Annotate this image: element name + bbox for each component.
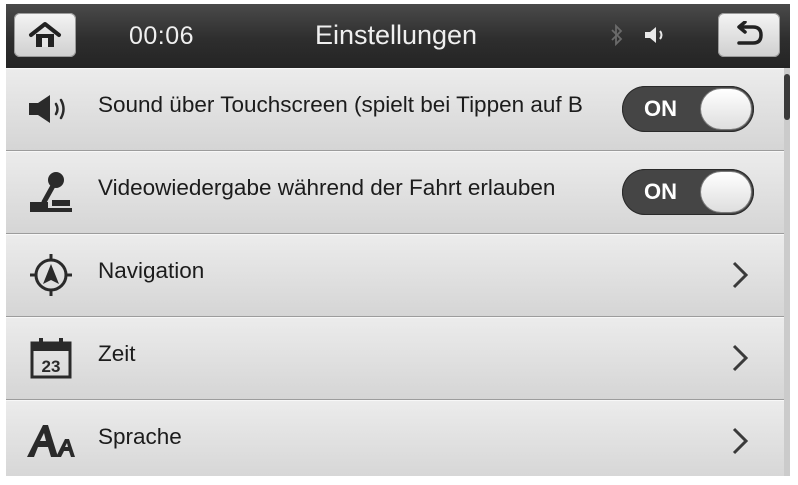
back-icon (737, 21, 763, 45)
video-toggle[interactable]: ON (622, 169, 754, 215)
calendar-icon: 23 (24, 335, 78, 381)
setting-label: Navigation (98, 258, 205, 283)
setting-row-video[interactable]: Videowiedergabe während der Fahrt erlaub… (6, 151, 784, 234)
top-bar: 00:06 Einstellungen (6, 4, 790, 68)
page-title: Einstellungen (314, 20, 478, 50)
chevron-right-icon (732, 427, 749, 455)
setting-row-time[interactable]: 23 Zeit (6, 317, 784, 400)
setting-label: Sound über Touchscreen (spielt bei Tippe… (98, 92, 583, 117)
back-button[interactable] (718, 13, 780, 57)
setting-label: Sprache (98, 424, 182, 449)
chevron-right-icon (732, 261, 749, 289)
clock: 00:06 (129, 22, 195, 50)
toggle-state: ON (644, 179, 677, 204)
toggle-knob (701, 89, 751, 129)
language-icon (24, 418, 78, 464)
chevron-right-icon (732, 344, 749, 372)
setting-row-language[interactable]: Sprache (6, 400, 784, 476)
speaker-icon (24, 86, 78, 132)
toggle-state: ON (644, 96, 677, 121)
home-button[interactable] (14, 13, 76, 57)
joystick-icon (24, 169, 78, 215)
setting-label: Videowiedergabe während der Fahrt erlaub… (98, 175, 556, 200)
home-icon (29, 22, 61, 47)
speaker-icon (645, 27, 663, 43)
scrollbar[interactable] (784, 68, 790, 476)
scroll-thumb[interactable] (784, 74, 790, 120)
setting-row-sound[interactable]: Sound über Touchscreen (spielt bei Tippe… (6, 68, 784, 151)
compass-icon (24, 252, 78, 298)
setting-label: Zeit (98, 341, 136, 366)
setting-row-navigation[interactable]: Navigation (6, 234, 784, 317)
calendar-day: 23 (42, 357, 61, 376)
bluetooth-icon (611, 24, 623, 46)
settings-screen: 00:06 Einstellungen Sound über Touchscre… (6, 4, 790, 476)
sound-toggle[interactable]: ON (622, 86, 754, 132)
toggle-knob (701, 172, 751, 212)
